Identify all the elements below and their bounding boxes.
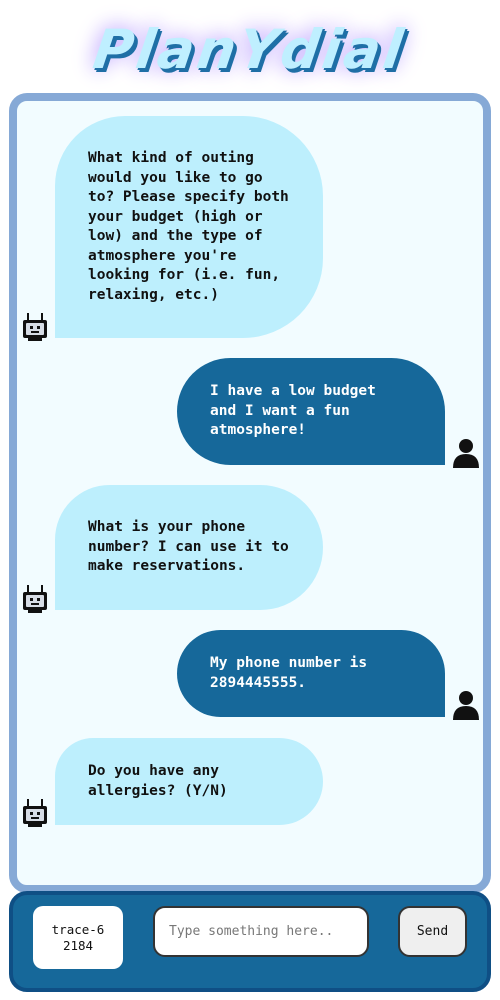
bot-message-text: What is your phone number? I can use it … [88,519,289,575]
user-message-text: I have a low budget and I want a fun atm… [210,383,376,439]
message-input[interactable] [153,906,369,957]
robot-icon [23,313,47,341]
bot-message-text: Do you have any allergies? (Y/N) [88,763,228,799]
bot-message: Do you have any allergies? (Y/N) [55,738,323,825]
person-icon [453,691,479,720]
robot-icon [23,585,47,613]
app-logo: PlanYdial [0,12,500,87]
user-message: I have a low budget and I want a fun atm… [177,358,445,465]
session-id-badge: trace-62184 [33,906,123,969]
user-message: My phone number is 2894445555. [177,630,445,717]
robot-icon [23,799,47,827]
user-message-text: My phone number is 2894445555. [210,655,368,691]
bot-message: What kind of outing would you like to go… [55,116,323,338]
person-icon [453,439,479,468]
logo-text: PlanYdial [89,18,411,81]
session-id-text: trace-62184 [51,921,105,953]
bot-message-text: What kind of outing would you like to go… [88,150,289,303]
bot-message: What is your phone number? I can use it … [55,485,323,610]
send-button[interactable]: Send [398,906,467,957]
